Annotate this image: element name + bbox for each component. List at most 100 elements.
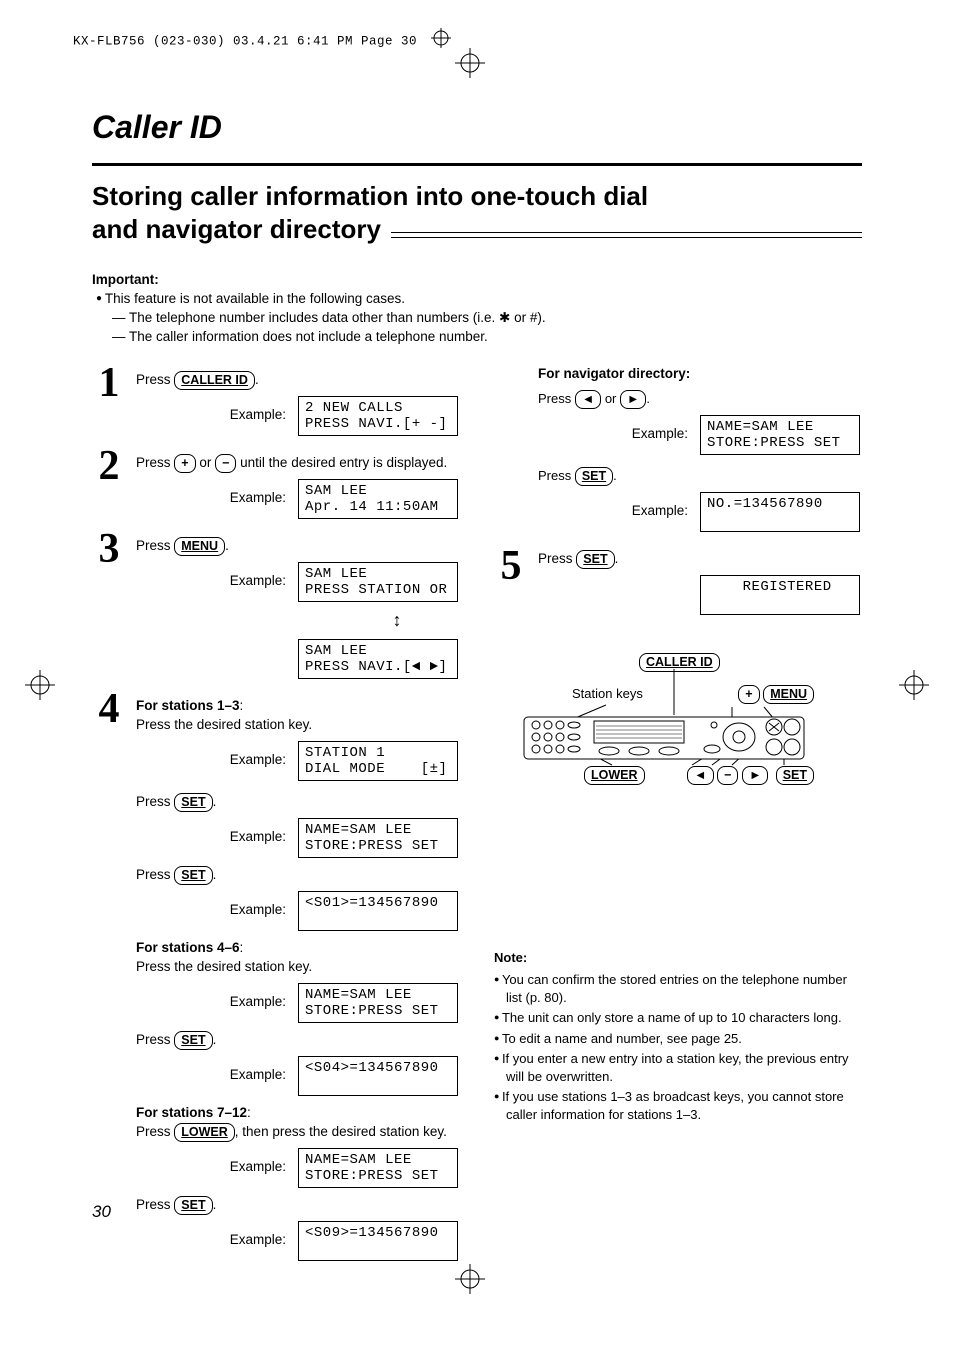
left-column: 1 Press CALLER ID. Example: 2 NEW CALLS … [92,365,458,1269]
step-3-example-b: SAM LEE PRESS NAVI.[◄ ►] [136,639,458,679]
step-5: 5 Press SET. REGISTERED [494,548,860,621]
step-3: 3 Press MENU. Example: SAM LEE PRESS STA… [92,531,458,685]
step-4-press-set-3: Press SET. [136,1031,458,1050]
phone-panel-icon [514,667,814,767]
registration-mark-left [25,670,55,700]
step-2-text: Press + or − until the desired entry is … [136,454,458,473]
note-item-2: The unit can only store a name of up to … [494,1009,860,1027]
key-lower: LOWER [174,1123,235,1142]
lcd-step-3a: SAM LEE PRESS STATION OR [298,562,458,602]
registration-mark-top [455,48,485,78]
title-rule [92,163,862,166]
important-bullet: This feature is not available in the fol… [96,290,862,309]
key-set: SET [174,793,212,812]
important-dash-1: The telephone number includes data other… [112,309,862,328]
running-head-text: KX-FLB756 (023-030) 03.4.21 6:41 PM Page… [73,35,417,49]
step-4-example-7: Example: <S09>=134567890 [136,1221,458,1261]
step-4-press-set-2: Press SET. [136,866,458,885]
page-title: Caller ID [92,105,862,150]
note-item-3: To edit a name and number, see page 25. [494,1030,860,1048]
note-block: Note: You can confirm the stored entries… [494,949,860,1125]
step-4-example-4: Example: NAME=SAM LEE STORE:PRESS SET [136,983,458,1023]
key-right-arrow: ► [620,390,646,409]
step-2-example: Example: SAM LEE Apr. 14 11:50AM [136,479,458,519]
lcd-nav-2: NO.=134567890 [700,492,860,532]
step-3-number: 3 [92,531,126,569]
lcd-step-4-1: STATION 1 DIAL MODE [±] [298,741,458,781]
step-4-set-2: Press SET. Example: <S01>=134567890 [136,866,458,931]
step-4-example-3: Example: <S01>=134567890 [136,891,458,931]
nav-example-2: Example: NO.=134567890 [538,492,860,532]
step-5-number: 5 [494,548,528,586]
step-4-stations-4-6: For stations 4–6:Press the desired stati… [136,939,458,977]
step-4-example-6: Example: NAME=SAM LEE STORE:PRESS SET [136,1148,458,1188]
lcd-step-3b: SAM LEE PRESS NAVI.[◄ ►] [298,639,458,679]
step-5-text: Press SET. [538,550,860,569]
running-head-icon [431,28,451,55]
step-2-number: 2 [92,448,126,486]
key-set: SET [174,866,212,885]
step-3-example-a: Example: SAM LEE PRESS STATION OR [136,562,458,602]
step-3-text: Press MENU. [136,537,458,556]
nav-example-1: Example: NAME=SAM LEE STORE:PRESS SET [538,415,860,455]
key-minus: − [215,454,236,473]
page-number: 30 [92,1200,111,1224]
lcd-step-4-7: <S09>=134567890 [298,1221,458,1261]
step-4-set-3: Press SET. Example: <S04>=134567890 [136,1031,458,1096]
lcd-step-4-3: <S01>=134567890 [298,891,458,931]
step-1-example: Example: 2 NEW CALLS PRESS NAVI.[+ -] [136,396,458,436]
note-item-4: If you enter a new entry into a station … [494,1050,860,1086]
panel-label-callerid: CALLER ID [639,653,720,672]
control-panel-diagram: CALLER ID Station keys + MENU LOWER ◄ − … [514,667,814,767]
running-head: KX-FLB756 (023-030) 03.4.21 6:41 PM Page… [73,28,904,55]
lcd-step-2: SAM LEE Apr. 14 11:50AM [298,479,458,519]
lcd-step-4-6: NAME=SAM LEE STORE:PRESS SET [298,1148,458,1188]
section-title-line1: Storing caller information into one-touc… [92,181,648,211]
step-4-example-1: Example: STATION 1 DIAL MODE [±] [136,741,458,781]
step-4-press-set-4: Press SET. [136,1196,458,1215]
step-2: 2 Press + or − until the desired entry i… [92,448,458,525]
key-set: SET [576,550,614,569]
section-title-rule [391,232,862,238]
important-block: Important: This feature is not available… [92,271,862,347]
panel-label-plus-menu: + MENU [738,685,814,704]
section-title: Storing caller information into one-touc… [92,180,862,245]
section-title-line2: and navigator directory [92,213,381,246]
note-item-5: If you use stations 1–3 as broadcast key… [494,1088,860,1124]
navigator-directory-heading: For navigator directory: [538,365,860,384]
panel-label-arrows-set: ◄ − ► SET [687,766,814,785]
key-caller-id: CALLER ID [174,371,255,390]
lcd-step-4-5: <S04>=134567890 [298,1056,458,1096]
note-label: Note: [494,949,860,967]
lcd-nav-1: NAME=SAM LEE STORE:PRESS SET [700,415,860,455]
step-4-set-4: Press SET. Example: <S09>=134567890 [136,1196,458,1261]
nav-press-arrows: Press ◄ or ►. [538,390,860,409]
registration-mark-right [899,670,929,700]
step-1-number: 1 [92,365,126,403]
key-set: SET [174,1196,212,1215]
step-4-stations-7-12-block: For stations 7–12:Press LOWER, then pres… [136,1104,458,1188]
key-set: SET [174,1031,212,1050]
key-menu: MENU [174,537,225,556]
step-4-stations-7-12: For stations 7–12:Press LOWER, then pres… [136,1104,458,1142]
nav-press-set: Press SET. [538,467,860,486]
step-5-example: REGISTERED [538,575,860,615]
lcd-step-5: REGISTERED [700,575,860,615]
step-4-number: 4 [92,691,126,729]
step-4-example-5: Example: <S04>=134567890 [136,1056,458,1096]
panel-label-lower: LOWER [584,766,645,785]
note-item-1: You can confirm the stored entries on th… [494,971,860,1007]
updown-arrow-icon: ↕ [336,608,458,633]
step-4-stations-4-6-block: For stations 4–6:Press the desired stati… [136,939,458,1023]
important-dash-2: The caller information does not include … [112,328,862,347]
key-plus: + [174,454,195,473]
lcd-step-4-4: NAME=SAM LEE STORE:PRESS SET [298,983,458,1023]
registration-mark-bottom [455,1264,485,1294]
key-set: SET [575,467,613,486]
key-left-arrow: ◄ [575,390,601,409]
step-1: 1 Press CALLER ID. Example: 2 NEW CALLS … [92,365,458,442]
step-1-text: Press CALLER ID. [136,371,458,390]
lcd-step-4-2: NAME=SAM LEE STORE:PRESS SET [298,818,458,858]
step-4-press-set-1: Press SET. [136,793,458,812]
lcd-step-1: 2 NEW CALLS PRESS NAVI.[+ -] [298,396,458,436]
